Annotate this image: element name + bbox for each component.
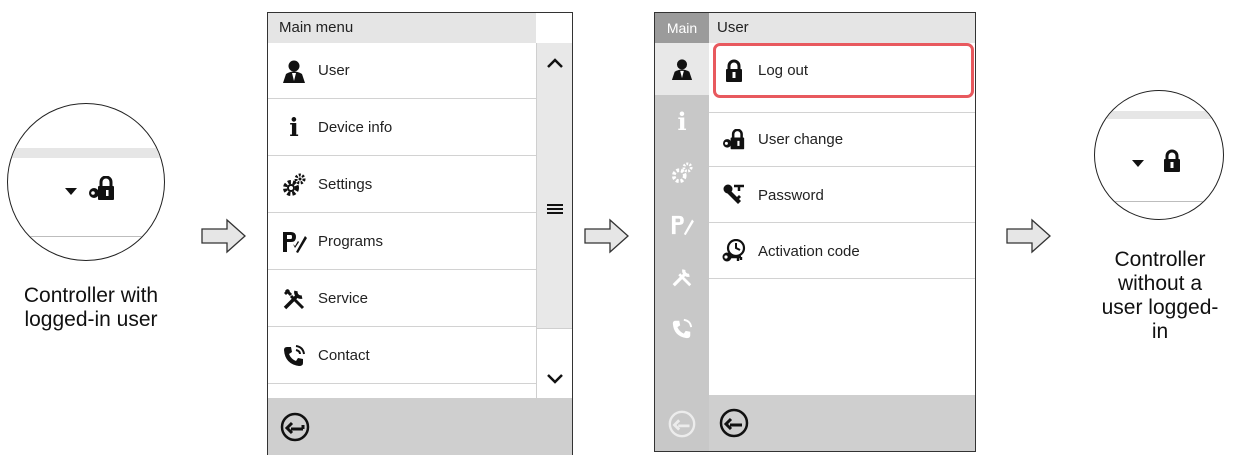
scroll-track-end xyxy=(537,328,572,398)
page-title: Main menu xyxy=(268,13,536,43)
footer-bar xyxy=(709,395,975,451)
menu-item-activation-code[interactable]: Activation code xyxy=(709,224,975,279)
caption-line: logged-in user xyxy=(24,308,158,331)
menu-item-label: Service xyxy=(318,290,369,307)
back-arrow-icon[interactable] xyxy=(279,411,311,443)
caption-line: Controller xyxy=(1114,248,1206,271)
menu-item-user-change[interactable]: User change xyxy=(709,112,975,167)
logged-out-status-magnifier xyxy=(1094,90,1224,220)
menu-item-label: Settings xyxy=(318,176,373,193)
programs-icon xyxy=(281,229,307,255)
programs-icon xyxy=(671,215,694,236)
scroll-down-icon[interactable] xyxy=(546,373,564,385)
menu-item-label: Password xyxy=(758,186,824,204)
menu-item-label: User change xyxy=(758,131,844,148)
caption-line: user logged- xyxy=(1101,296,1219,319)
menu-item-user[interactable]: User xyxy=(268,43,536,99)
sidebar-tab-service[interactable] xyxy=(655,251,709,303)
sidebar-tab-contact[interactable] xyxy=(655,303,709,355)
phone-icon xyxy=(281,343,307,369)
caption-line: in xyxy=(1151,320,1169,343)
page-title: User xyxy=(709,13,975,43)
menu-item-label: Activation code xyxy=(758,242,860,260)
logged-in-caption: Controller with logged-in user xyxy=(0,284,182,332)
menu-item-device-info[interactable]: i Device info xyxy=(268,100,536,156)
scrollbar[interactable] xyxy=(536,43,572,398)
info-icon: i xyxy=(289,113,299,142)
screen-divider xyxy=(572,13,573,455)
logged-out-caption: Controller without a user logged- in xyxy=(1085,248,1235,344)
sidebar-tab-user[interactable] xyxy=(655,43,709,95)
user-icon xyxy=(281,58,307,84)
info-icon: i xyxy=(677,106,687,136)
menu-item-label: Contact xyxy=(318,347,370,364)
flow-arrow-icon xyxy=(1006,218,1051,254)
scroll-handle-icon[interactable] xyxy=(546,203,564,215)
main-menu-screen: Main menu User i Device info Settings Pr… xyxy=(267,12,573,455)
activation-code-icon xyxy=(721,238,747,264)
menu-item-label: Device info xyxy=(318,119,393,136)
sidebar-tab-device-info[interactable]: i xyxy=(655,95,709,147)
sidebar-tab-settings[interactable] xyxy=(655,147,709,199)
menu-item-contact[interactable]: Contact xyxy=(268,328,536,384)
service-tools-icon xyxy=(281,286,307,312)
sidebar-title: Main xyxy=(655,13,709,43)
lock-icon xyxy=(1164,149,1180,172)
flow-arrow-icon xyxy=(584,218,629,254)
menu-item-label: Programs xyxy=(318,233,384,250)
menu-item-label: User xyxy=(318,62,350,79)
back-arrow-icon xyxy=(668,410,696,438)
caption-line: without a xyxy=(1117,272,1203,295)
menu-item-programs[interactable]: Programs xyxy=(268,214,536,270)
user-screen: Main i User Log out User change Password… xyxy=(654,12,976,452)
key-lock-icon xyxy=(89,176,114,200)
dropdown-caret-icon xyxy=(1132,160,1144,167)
menu-item-settings[interactable]: Settings xyxy=(268,157,536,213)
dropdown-caret-icon xyxy=(65,188,77,195)
sidebar-tab-back[interactable] xyxy=(655,395,709,451)
settings-gears-icon xyxy=(281,172,307,198)
service-tools-icon xyxy=(672,269,692,287)
phone-icon xyxy=(672,318,693,339)
caption-line: Controller with xyxy=(23,284,159,307)
flow-arrow-icon xyxy=(201,218,246,254)
footer-bar xyxy=(268,398,572,455)
scroll-up-icon[interactable] xyxy=(546,57,564,69)
user-icon xyxy=(671,59,693,80)
log-out-highlight xyxy=(713,43,974,98)
menu-item-password[interactable]: Password xyxy=(709,168,975,223)
sidebar: Main i xyxy=(655,13,709,451)
password-key-icon xyxy=(721,182,747,208)
logged-in-status-magnifier xyxy=(7,103,165,261)
menu-item-service[interactable]: Service xyxy=(268,271,536,327)
key-lock-icon xyxy=(721,127,747,153)
settings-gears-icon xyxy=(671,162,693,184)
back-arrow-icon[interactable] xyxy=(718,407,750,439)
sidebar-tab-programs[interactable] xyxy=(655,199,709,251)
